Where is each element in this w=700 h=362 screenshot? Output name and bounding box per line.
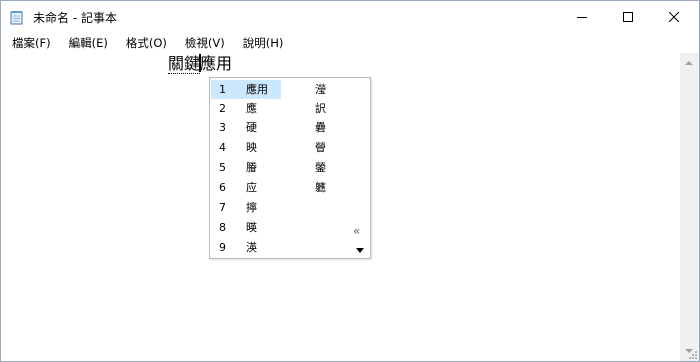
candidate-number: 9: [219, 241, 226, 254]
vertical-scrollbar[interactable]: [680, 53, 699, 361]
candidate-text: 硬: [246, 121, 257, 134]
close-icon: [669, 12, 679, 22]
candidate-number: 2: [219, 102, 226, 115]
candidate-text: 應: [246, 102, 257, 115]
candidate-item[interactable]: 4 映: [211, 138, 281, 157]
candidate-item[interactable]: 6 应: [211, 178, 281, 197]
candidate-text: 渶: [246, 241, 257, 254]
candidate-text: 映: [246, 141, 257, 154]
notepad-window: 未命名 - 記事本 檔案(F) 編輯(E) 格式(O) 檢視(V) 說明(H): [0, 0, 700, 362]
candidate-number: 1: [219, 83, 226, 96]
maximize-icon: [623, 12, 633, 22]
committed-text: 關鍵: [168, 54, 201, 74]
window-title: 未命名 - 記事本: [33, 11, 117, 25]
menu-bar: 檔案(F) 編輯(E) 格式(O) 檢視(V) 說明(H): [1, 33, 699, 53]
candidate-number: 8: [219, 221, 226, 234]
candidate-text: 应: [246, 181, 257, 194]
menu-format[interactable]: 格式(O): [115, 35, 174, 51]
candidate-text[interactable]: 礨: [315, 118, 326, 137]
minimize-icon: [577, 17, 587, 18]
ime-candidate-window: 1 應用 2 應 3 硬 4 映 5 膡 6 应 7 擰 8 暎 9 渶 瀅 訳…: [209, 77, 371, 259]
candidate-text[interactable]: 鎣: [315, 158, 326, 177]
candidate-item[interactable]: 7 擰: [211, 198, 281, 217]
candidate-number: 3: [219, 121, 226, 134]
composing-text: 應用: [200, 54, 233, 73]
scroll-up-icon[interactable]: [685, 61, 693, 65]
collapse-candidates-icon[interactable]: «: [353, 224, 360, 238]
notepad-icon: [10, 11, 23, 25]
candidate-item[interactable]: 8 暎: [211, 218, 281, 237]
candidate-text: 暎: [246, 221, 257, 234]
menu-view[interactable]: 檢視(V): [174, 35, 232, 51]
menu-help[interactable]: 說明(H): [232, 35, 291, 51]
candidate-item[interactable]: 2 應: [211, 99, 281, 118]
candidate-item[interactable]: 3 硬: [211, 118, 281, 137]
menu-edit[interactable]: 編輯(E): [58, 35, 115, 51]
candidate-item[interactable]: 5 膡: [211, 158, 281, 177]
candidate-text: 擰: [246, 201, 257, 214]
close-button[interactable]: [651, 1, 697, 33]
ime-composition: 關鍵應用: [168, 54, 232, 74]
menu-file[interactable]: 檔案(F): [1, 35, 58, 51]
candidate-number: 5: [219, 161, 226, 174]
candidate-text[interactable]: 訳: [315, 99, 326, 118]
candidate-number: 7: [219, 201, 226, 214]
title-bar[interactable]: 未命名 - 記事本: [1, 1, 699, 33]
candidate-text: 膡: [246, 161, 257, 174]
candidate-item[interactable]: 9 渶: [211, 238, 281, 257]
candidate-text[interactable]: 䁝: [315, 138, 326, 157]
minimize-button[interactable]: [559, 1, 605, 33]
candidate-item[interactable]: 1 應用: [211, 80, 281, 99]
candidate-text[interactable]: 軈: [315, 178, 326, 197]
page-down-icon[interactable]: [356, 248, 364, 253]
candidate-text[interactable]: 瀅: [315, 80, 326, 99]
maximize-button[interactable]: [605, 1, 651, 33]
candidate-number: 6: [219, 181, 226, 194]
candidate-number: 4: [219, 141, 226, 154]
resize-grip-icon[interactable]: [687, 349, 697, 359]
candidate-text: 應用: [246, 83, 268, 96]
